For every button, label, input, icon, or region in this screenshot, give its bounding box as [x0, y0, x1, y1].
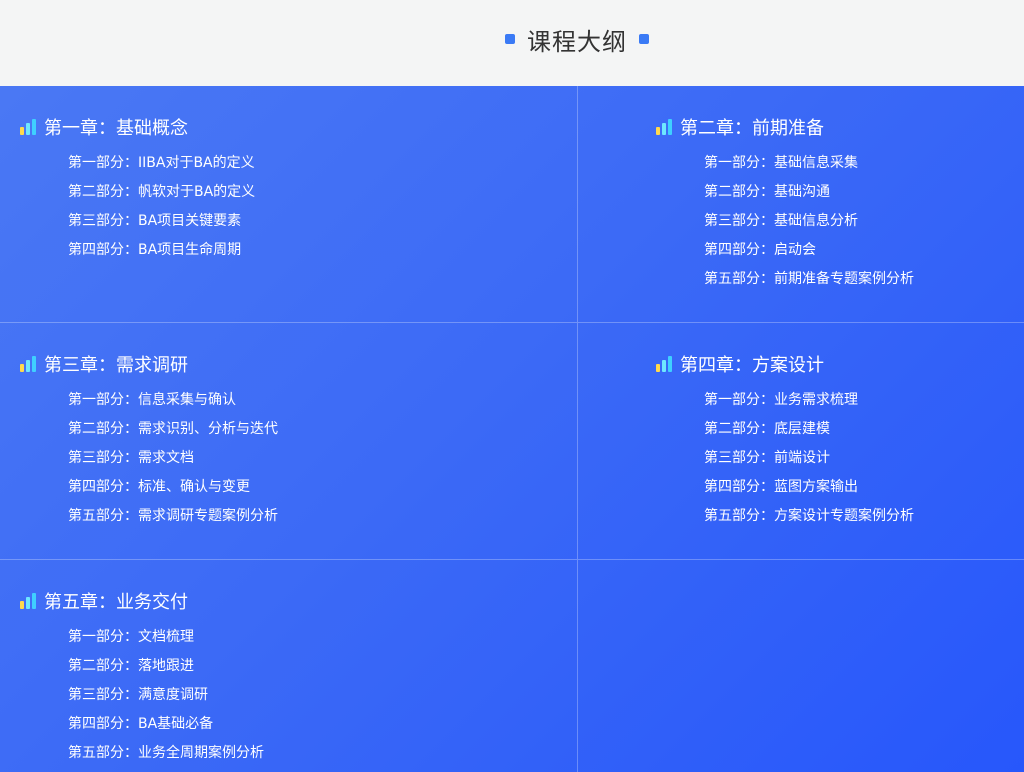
bar-chart-icon: [20, 119, 36, 135]
bar-chart-icon: [20, 356, 36, 372]
part-item: 第四部分：蓝图方案输出: [704, 479, 858, 495]
chapter-heading: 第一章：基础概念: [20, 114, 188, 140]
part-item: 第五部分：需求调研专题案例分析: [68, 508, 278, 524]
title-group: 课程大纲: [505, 22, 649, 57]
chapter-heading: 第五章：业务交付: [20, 588, 188, 614]
chapter-title: 第四章：方案设计: [680, 355, 824, 376]
bar-chart-icon: [656, 356, 672, 372]
chapter-heading: 第二章：前期准备: [656, 114, 824, 140]
part-item: 第一部分：IIBA对于BA的定义: [68, 155, 255, 171]
part-item: 第一部分：基础信息采集: [704, 155, 858, 171]
page-header: 课程大纲: [0, 0, 1024, 86]
chapter-card-5: 第五章：业务交付 第一部分：文档梳理 第二部分：落地跟进 第三部分：满意度调研 …: [0, 560, 578, 772]
square-icon: [505, 34, 515, 44]
part-item: 第三部分：BA项目关键要素: [68, 213, 242, 229]
part-list: 第一部分：文档梳理 第二部分：落地跟进 第三部分：满意度调研 第四部分：BA基础…: [68, 627, 264, 772]
bar-chart-icon: [20, 593, 36, 609]
part-list: 第一部分：业务需求梳理 第二部分：底层建模 第三部分：前端设计 第四部分：蓝图方…: [704, 390, 914, 535]
part-item: 第四部分：BA项目生命周期: [68, 242, 242, 258]
part-item: 第二部分：基础沟通: [704, 184, 830, 200]
chapter-card-4: 第四章：方案设计 第一部分：业务需求梳理 第二部分：底层建模 第三部分：前端设计…: [578, 323, 1024, 560]
syllabus-grid: 第一章：基础概念 第一部分：IIBA对于BA的定义 第二部分：帆软对于BA的定义…: [0, 86, 1024, 772]
part-item: 第三部分：需求文档: [68, 450, 194, 466]
empty-card: [578, 560, 1024, 772]
chapter-title: 第二章：前期准备: [680, 118, 824, 139]
chapter-card-2: 第二章：前期准备 第一部分：基础信息采集 第二部分：基础沟通 第三部分：基础信息…: [578, 86, 1024, 323]
chapter-title: 第三章：需求调研: [44, 355, 188, 376]
part-item: 第五部分：方案设计专题案例分析: [704, 508, 914, 524]
part-item: 第一部分：信息采集与确认: [68, 392, 236, 408]
part-list: 第一部分：信息采集与确认 第二部分：需求识别、分析与迭代 第三部分：需求文档 第…: [68, 390, 278, 535]
part-item: 第三部分：基础信息分析: [704, 213, 858, 229]
part-item: 第四部分：启动会: [704, 242, 816, 258]
bar-chart-icon: [656, 119, 672, 135]
square-icon: [639, 34, 649, 44]
chapter-heading: 第四章：方案设计: [656, 351, 824, 377]
part-item: 第二部分：帆软对于BA的定义: [68, 184, 256, 200]
part-item: 第二部分：底层建模: [704, 421, 830, 437]
part-item: 第一部分：文档梳理: [68, 629, 194, 645]
part-item: 第二部分：落地跟进: [68, 658, 194, 674]
part-item: 第三部分：满意度调研: [68, 687, 208, 703]
part-item: 第四部分：标准、确认与变更: [68, 479, 250, 495]
part-item: 第一部分：业务需求梳理: [704, 392, 858, 408]
chapter-heading: 第三章：需求调研: [20, 351, 188, 377]
part-list: 第一部分：基础信息采集 第二部分：基础沟通 第三部分：基础信息分析 第四部分：启…: [704, 153, 914, 298]
part-item: 第五部分：业务全周期案例分析: [68, 745, 264, 761]
part-list: 第一部分：IIBA对于BA的定义 第二部分：帆软对于BA的定义 第三部分：BA项…: [68, 153, 255, 269]
chapter-title: 第五章：业务交付: [44, 592, 188, 613]
chapter-card-1: 第一章：基础概念 第一部分：IIBA对于BA的定义 第二部分：帆软对于BA的定义…: [0, 86, 578, 323]
chapter-title: 第一章：基础概念: [44, 118, 188, 139]
chapter-card-3: 第三章：需求调研 第一部分：信息采集与确认 第二部分：需求识别、分析与迭代 第三…: [0, 323, 578, 560]
page-title: 课程大纲: [527, 27, 627, 56]
part-item: 第二部分：需求识别、分析与迭代: [68, 421, 278, 437]
part-item: 第四部分：BA基础必备: [68, 716, 214, 732]
part-item: 第三部分：前端设计: [704, 450, 830, 466]
part-item: 第五部分：前期准备专题案例分析: [704, 271, 914, 287]
